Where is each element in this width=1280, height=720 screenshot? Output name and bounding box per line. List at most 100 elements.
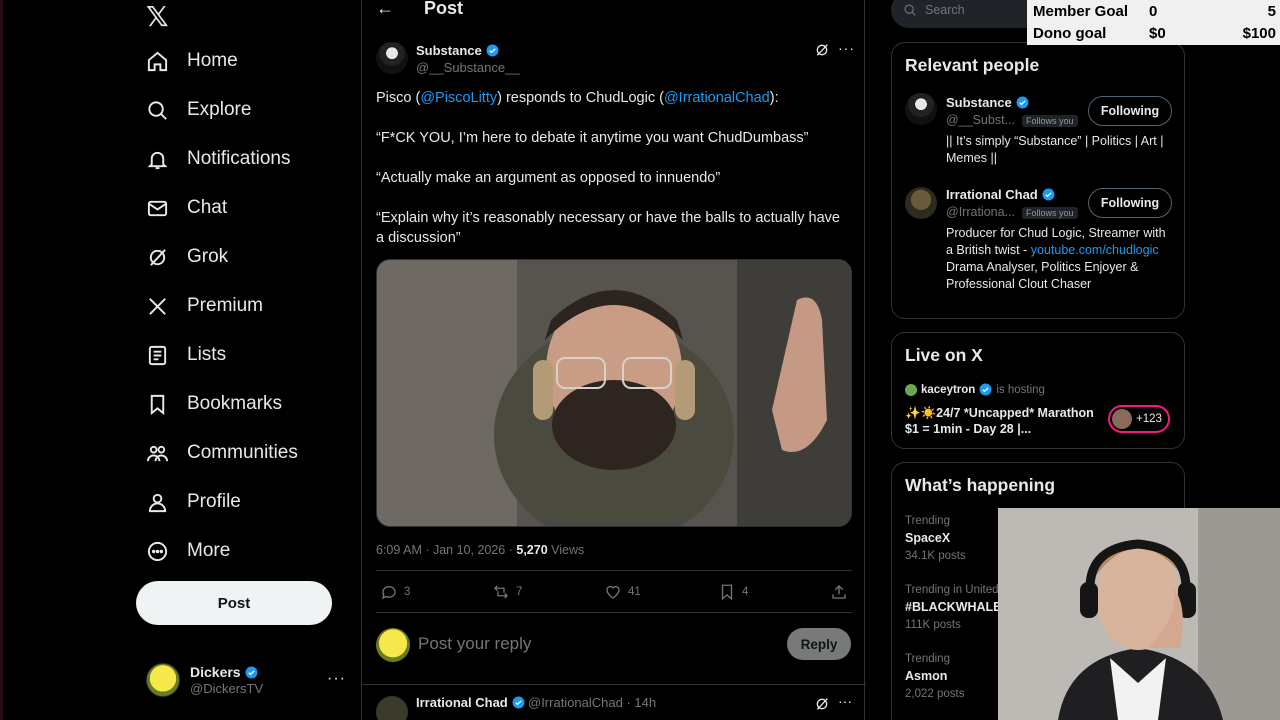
- post-text-segment: ):: [769, 90, 779, 106]
- x-logo-icon[interactable]: 𝕏: [146, 0, 169, 33]
- reply-button[interactable]: Reply: [787, 628, 851, 660]
- dono-goal-row: Dono goal $0 $100: [1033, 23, 1276, 45]
- search-icon: [148, 100, 167, 120]
- hosting-label: is hosting: [996, 383, 1045, 396]
- dono-goal-current: $0: [1149, 25, 1166, 42]
- dono-goal-target: $100: [1242, 25, 1276, 42]
- verified-badge-icon: [1042, 188, 1055, 201]
- nav-lists[interactable]: Lists: [146, 335, 226, 375]
- post-quote: “F*CK YOU, I’m here to debate it anytime…: [376, 130, 809, 146]
- more-dots-icon[interactable]: ···: [838, 693, 852, 709]
- trend-context: Trending: [905, 515, 950, 527]
- card-title: Live on X: [905, 345, 983, 365]
- avatar[interactable]: [905, 187, 937, 219]
- avatar[interactable]: [905, 93, 937, 125]
- post-time[interactable]: 6:09 AM · Jan 10, 2026 ·: [376, 543, 516, 557]
- bio-link[interactable]: youtube.com/chudlogic: [1031, 243, 1159, 257]
- nav-notifications[interactable]: Notifications: [146, 139, 291, 179]
- live-on-x-card[interactable]: Live on X kaceytron is hosting ✨☀️24/7 *…: [891, 332, 1185, 449]
- avatar: [905, 383, 917, 396]
- nav-communities-label: Communities: [187, 442, 298, 463]
- nav-explore[interactable]: Explore: [146, 90, 251, 130]
- heart-icon: [606, 585, 620, 599]
- trend-name[interactable]: #BLACKWHALE: [905, 600, 1002, 614]
- nav-profile-label: Profile: [187, 491, 241, 512]
- post-button[interactable]: Post: [136, 581, 332, 625]
- verified-badge-icon: [245, 666, 258, 679]
- nav-premium[interactable]: Premium: [146, 286, 263, 326]
- repost-action[interactable]: 7: [492, 583, 522, 601]
- dono-goal-label: Dono goal: [1033, 25, 1107, 42]
- nav-home-label: Home: [187, 50, 238, 71]
- avatar: [376, 628, 410, 662]
- following-button[interactable]: Following: [1088, 96, 1172, 126]
- nav-grok[interactable]: Grok: [146, 237, 228, 277]
- grok-icon[interactable]: [814, 696, 830, 712]
- mention-link[interactable]: @PiscoLitty: [420, 90, 497, 106]
- reply-input[interactable]: [418, 632, 758, 656]
- bookmark-action[interactable]: 4: [718, 583, 748, 601]
- listener-count: +123: [1136, 413, 1162, 425]
- verified-badge-icon: [979, 383, 992, 396]
- member-goal-label: Member Goal: [1033, 3, 1129, 20]
- share-action[interactable]: [830, 583, 848, 601]
- reply-author-name[interactable]: Irrational Chad: [416, 695, 508, 710]
- stream-goals-overlay: Member Goal 0 5 Dono goal $0 $100: [1027, 0, 1280, 45]
- trend-name[interactable]: Asmon: [905, 669, 947, 683]
- verified-badge-icon: [486, 44, 499, 57]
- divider: [362, 684, 866, 685]
- reply-author-meta[interactable]: @IrrationalChad · 14h: [528, 695, 656, 710]
- trend-context: Trending in United: [905, 584, 999, 596]
- person-bio: Producer for Chud Logic, Streamer with a…: [946, 225, 1172, 293]
- webcam-overlay: [998, 508, 1280, 720]
- following-button[interactable]: Following: [1088, 188, 1172, 218]
- follows-you-badge: Follows you: [1022, 207, 1078, 219]
- reply-action[interactable]: 3: [380, 583, 410, 601]
- member-goal-row: Member Goal 0 5: [1033, 1, 1276, 23]
- account-switcher[interactable]: Dickers @DickersTV ···: [146, 660, 356, 700]
- back-arrow-icon[interactable]: ←: [376, 0, 394, 19]
- person-name[interactable]: Substance: [946, 95, 1012, 110]
- nav-home[interactable]: Home: [146, 41, 238, 81]
- nav-communities[interactable]: Communities: [146, 433, 298, 473]
- avatar[interactable]: [376, 696, 408, 720]
- nav-lists-label: Lists: [187, 344, 227, 365]
- more-dots-icon[interactable]: ···: [327, 670, 346, 688]
- account-name: Dickers: [190, 663, 241, 680]
- live-host: kaceytron is hosting: [905, 383, 1045, 396]
- verified-badge-icon: [512, 696, 525, 709]
- left-sidebar: 𝕏 Home Explore Notifications Chat Grok P…: [136, 0, 356, 720]
- bell-icon: [147, 151, 168, 169]
- nav-more[interactable]: More: [146, 531, 230, 571]
- nav-profile[interactable]: Profile: [146, 482, 241, 522]
- page-title: Post: [424, 0, 464, 18]
- mention-link[interactable]: @IrrationalChad: [664, 90, 770, 106]
- more-dots-icon[interactable]: ···: [838, 40, 855, 56]
- trend-name[interactable]: SpaceX: [905, 531, 950, 545]
- member-goal-current: 0: [1149, 3, 1158, 20]
- like-action[interactable]: 41: [604, 583, 641, 601]
- more-circle-icon: [147, 541, 168, 561]
- like-count: 41: [628, 586, 641, 598]
- post-video[interactable]: [376, 259, 852, 527]
- nav-grok-label: Grok: [187, 246, 229, 267]
- video-frame-illustration: [377, 260, 851, 526]
- nav-bookmarks[interactable]: Bookmarks: [146, 384, 282, 424]
- post-detail-column: ← Post Substance @__Substance__ ··· Pisc…: [361, 0, 866, 720]
- nav-chat[interactable]: Chat: [146, 188, 227, 228]
- person-name[interactable]: Irrational Chad: [946, 187, 1038, 202]
- post-author-handle[interactable]: @__Substance__: [416, 60, 520, 75]
- grok-icon[interactable]: [814, 42, 830, 58]
- person-handle[interactable]: @Irrationa...: [946, 205, 1015, 219]
- list-icon: [148, 345, 167, 365]
- post-actions-bar: 3 7 41 4: [376, 583, 852, 605]
- avatar[interactable]: [376, 42, 408, 74]
- post-author-name[interactable]: Substance: [416, 43, 482, 58]
- x-post-page: 𝕏 Home Explore Notifications Chat Grok P…: [0, 0, 1280, 720]
- nav-chat-label: Chat: [187, 197, 228, 218]
- person-handle[interactable]: @__Subst...: [946, 113, 1015, 127]
- trend-post-count: 34.1K posts: [905, 550, 966, 562]
- search-icon: [904, 4, 916, 16]
- home-icon: [147, 51, 168, 71]
- grok-icon: [149, 248, 166, 266]
